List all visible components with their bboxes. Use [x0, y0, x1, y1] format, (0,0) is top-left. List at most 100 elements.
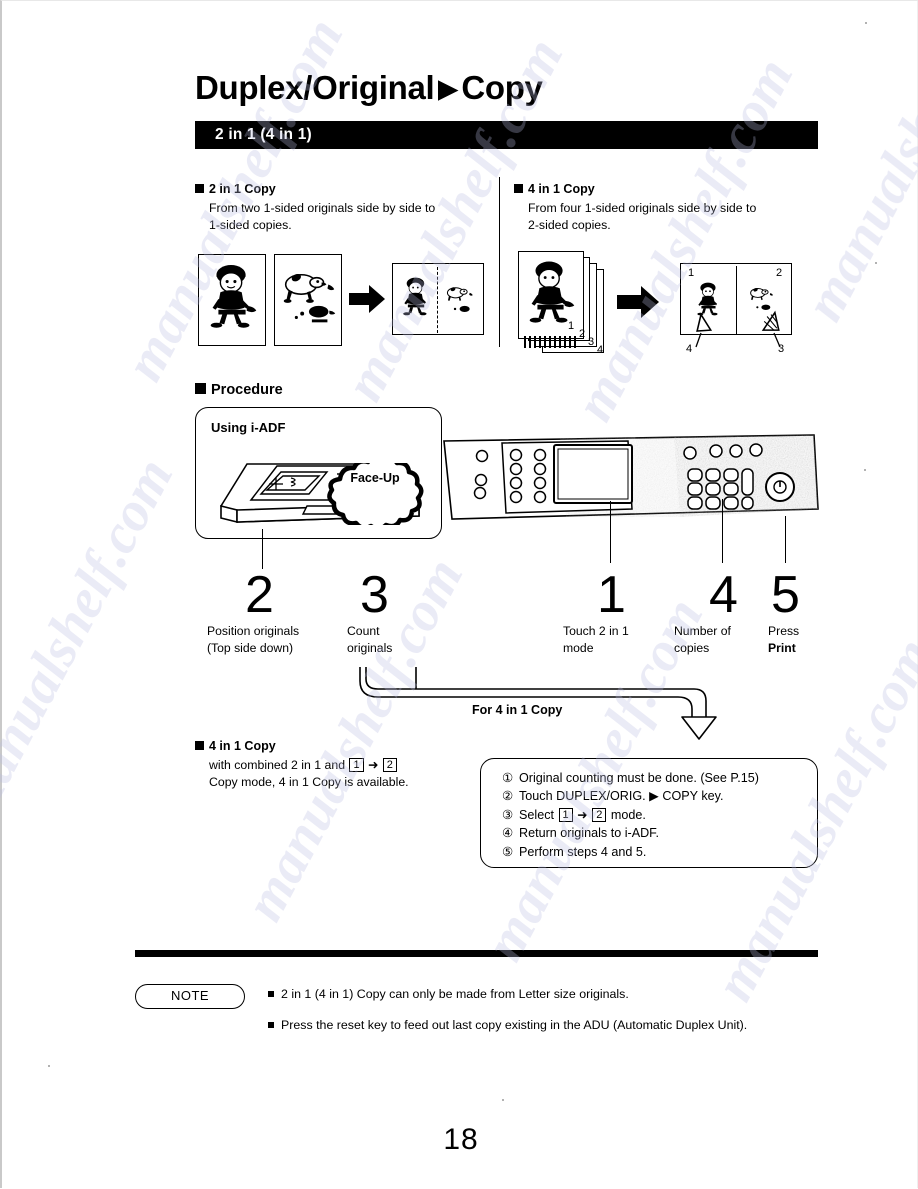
- four-in-one-description: with combined 2 in 1 and 1 ➜ 2 Copy mode…: [209, 757, 409, 790]
- instruction-mode-arrow-icon: ➜: [577, 807, 588, 822]
- mode-right-heading: 4 in 1 Copy: [514, 182, 595, 196]
- stack-label-3: 3: [588, 336, 595, 348]
- four-in-one-line2: Copy mode, 4 in 1 Copy is available.: [209, 774, 409, 789]
- page-title: Duplex/Original ▶ Copy: [195, 69, 543, 107]
- step-number-2: 2: [245, 566, 274, 624]
- instruction-mode-box-2: 2: [592, 807, 607, 822]
- watermark-text: manualshelf.com: [0, 448, 186, 831]
- scan-speck: [48, 1065, 50, 1067]
- leader-line-step-4: [722, 499, 723, 563]
- instruction-text-4: Return originals to i-ADF.: [519, 826, 659, 841]
- illustration-original-1: [198, 254, 266, 346]
- mode-right-heading-label: 4 in 1 Copy: [528, 182, 595, 196]
- step-5-line1: Press: [768, 624, 800, 638]
- for-4in1-label: For 4 in 1 Copy: [472, 703, 563, 717]
- output-front-label-2: 2: [776, 267, 783, 279]
- leader-line-step-2: [262, 529, 263, 569]
- instruction-text-1: Original counting must be done. (See P.1…: [519, 771, 759, 785]
- instruction-row-3: ③ Select 1 ➜ 2 mode.: [502, 806, 759, 824]
- mode-left-heading-label: 2 in 1 Copy: [209, 182, 276, 196]
- output-page-divider: [736, 266, 737, 334]
- mode-right-description: From four 1-sided originals side by side…: [528, 201, 757, 232]
- combined-output-drawing-icon: [403, 277, 473, 316]
- step-5-line2: Print: [768, 640, 796, 655]
- scan-speck: [502, 1099, 504, 1101]
- mode-box-2: 2: [382, 758, 397, 772]
- procedure-heading-label: Procedure: [211, 382, 283, 398]
- step-text-3: Count originals: [347, 624, 393, 655]
- output-leader-4-icon: [695, 332, 702, 348]
- stack-label-4: 4: [597, 344, 604, 356]
- step-text-4: Number of copies: [674, 624, 731, 655]
- note-bullet-icon: [268, 1022, 274, 1028]
- bullet-square-icon: [195, 741, 204, 750]
- bullet-square-icon: [195, 383, 206, 394]
- instruction-mode-box-1: 1: [558, 807, 573, 822]
- four-in-one-line1-text: with combined 2 in 1 and: [209, 758, 346, 772]
- step-number-5: 5: [771, 566, 800, 624]
- four-in-one-line1: with combined 2 in 1 and 1 ➜ 2: [209, 757, 409, 774]
- mode-left-heading: 2 in 1 Copy: [195, 182, 276, 196]
- column-divider: [499, 177, 500, 347]
- procedure-heading: Procedure: [195, 382, 283, 398]
- bullet-square-icon: [195, 184, 204, 193]
- instruction-row-4: ④ Return originals to i-ADF.: [502, 824, 759, 842]
- four-in-one-heading-label: 4 in 1 Copy: [209, 739, 276, 753]
- mode-box-1: 1: [349, 758, 364, 772]
- bullet-square-icon: [514, 184, 523, 193]
- section-header-label: 2 in 1 (4 in 1): [215, 126, 312, 143]
- page-title-part1: Duplex/Original: [195, 69, 435, 106]
- instruction-text-5: Perform steps 4 and 5.: [519, 844, 647, 859]
- note-item-1: 2 in 1 (4 in 1) Copy can only be made fr…: [268, 987, 629, 1001]
- step-text-1: Touch 2 in 1 mode: [563, 624, 629, 655]
- stack-label-2: 2: [579, 328, 586, 340]
- output-front-label-1: 1: [688, 267, 695, 279]
- instruction-marker-5: ⑤: [502, 844, 514, 859]
- leader-line-step-1: [610, 501, 611, 563]
- output-leader-3-icon: [773, 332, 781, 348]
- process-arrow-icon: [617, 286, 659, 323]
- instruction-text-2: Touch DUPLEX/ORIG. ▶ COPY key.: [519, 789, 724, 804]
- adf-box-label: Using i-ADF: [211, 420, 286, 435]
- instruction-marker-4: ④: [502, 826, 514, 841]
- instruction-marker-1: ①: [502, 771, 514, 785]
- step-number-3: 3: [360, 566, 389, 624]
- instructions-list: ① Original counting must be done. (See P.…: [502, 769, 759, 861]
- stack-label-1: 1: [568, 320, 575, 332]
- mode-arrow-icon: ➜: [368, 758, 379, 772]
- note-label: NOTE: [135, 984, 245, 1009]
- step-text-2: Position originals (Top side down): [207, 624, 300, 655]
- instruction-marker-2: ②: [502, 789, 514, 804]
- instruction-row-2: ② Touch DUPLEX/ORIG. ▶ COPY key.: [502, 787, 759, 805]
- copier-control-panel: [443, 434, 819, 520]
- leader-line-step-5: [785, 516, 786, 563]
- illustration-original-2: [274, 254, 342, 346]
- bottom-rule: [135, 950, 818, 957]
- instruction-row-1: ① Original counting must be done. (See P.…: [502, 769, 759, 787]
- process-arrow-icon: [349, 285, 385, 318]
- instruction-row-5: ⑤ Perform steps 4 and 5.: [502, 843, 759, 861]
- title-triangle-icon: ▶: [438, 75, 458, 103]
- four-in-one-heading: 4 in 1 Copy: [195, 739, 276, 753]
- scan-speck: [864, 469, 866, 471]
- mode-left-description: From two 1-sided originals side by side …: [209, 201, 436, 232]
- step-number-1: 1: [597, 566, 626, 624]
- step-text-5: Press Print: [768, 623, 799, 656]
- watermark-text: manualshelf.com: [792, 0, 918, 331]
- note-item-2-text: Press the reset key to feed out last cop…: [281, 1018, 748, 1032]
- boy-drawing-icon: [210, 265, 257, 328]
- face-up-label: Face-Up: [350, 471, 400, 485]
- watermark-text: manualshelf.com: [562, 48, 806, 431]
- note-bullet-icon: [268, 991, 274, 997]
- scanned-page: Duplex/Original ▶ Copy 2 in 1 (4 in 1) 2 i…: [0, 0, 918, 1188]
- stack-edge-stripes-icon: [524, 336, 576, 348]
- instruction-marker-3: ③: [502, 807, 514, 822]
- illustration-output-2in1: [392, 263, 484, 335]
- note-item-1-text: 2 in 1 (4 in 1) Copy can only be made fr…: [281, 987, 629, 1001]
- note-item-2: Press the reset key to feed out last cop…: [268, 1018, 747, 1032]
- section-header-bar: 2 in 1 (4 in 1): [195, 121, 818, 149]
- step-number-4: 4: [709, 566, 738, 624]
- dog-drawing-icon: [283, 273, 336, 323]
- scan-speck: [865, 22, 867, 24]
- page-title-part2: Copy: [461, 69, 543, 106]
